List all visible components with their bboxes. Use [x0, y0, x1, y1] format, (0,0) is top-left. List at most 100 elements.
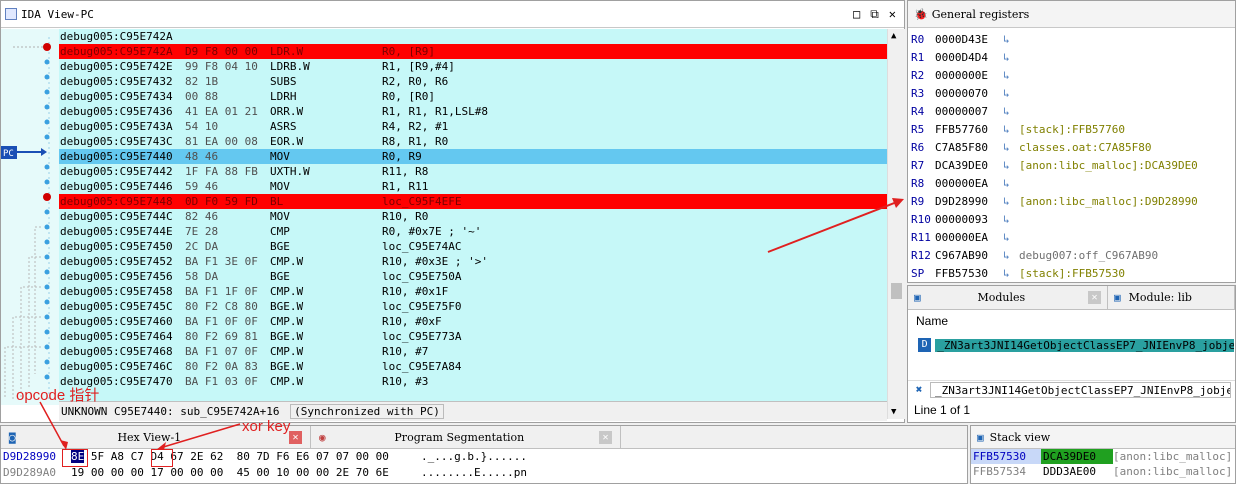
restore-icon[interactable]: ⧉ [870, 7, 879, 22]
register-value[interactable]: 0000D43E [935, 31, 1003, 49]
register-value[interactable]: 000000EA [935, 175, 1003, 193]
register-desc[interactable]: debug007:off_C967AB90 [1019, 247, 1158, 265]
register-row[interactable]: R9 D9D28990 ↳ [anon:libc_malloc]:D9D28990 [911, 193, 1235, 211]
close-icon[interactable]: ✕ [289, 430, 302, 444]
disasm-line[interactable]: debug005:C95E7446 59 46 MOV R1, R11 [59, 179, 887, 194]
jump-arrow-icon[interactable]: ↳ [1003, 49, 1019, 67]
disasm-line[interactable]: debug005:C95E7436 41 EA 01 21 ORR.W R1, R1,… [59, 104, 887, 119]
disasm-line[interactable]: debug005:C95E7442 1F FA 88 FB UXTH.W R11, R… [59, 164, 887, 179]
register-value[interactable]: C967AB90 [935, 247, 1003, 265]
tab-module-lib[interactable]: ▣ Module: lib [1108, 286, 1235, 309]
scroll-down-icon[interactable]: ▼ [891, 407, 896, 417]
disasm-line[interactable]: debug005:C95E744C 82 46 MOV R10, R0 [59, 209, 887, 224]
register-row[interactable]: R12 C967AB90 ↳ debug007:off_C967AB90 [911, 247, 1235, 265]
register-value[interactable]: 000000EA [935, 229, 1003, 247]
jump-arrow-icon[interactable]: ↳ [1003, 265, 1019, 283]
modules-column-name[interactable]: Name [916, 314, 948, 328]
hex-first-byte[interactable]: 19 [71, 466, 84, 479]
hex-row[interactable]: D9D28990 8E 5F A8 C7 D4 67 2E 62 80 7D F6… [1, 449, 967, 465]
register-row[interactable]: R11 000000EA ↳ [911, 229, 1235, 247]
register-row[interactable]: R10 00000093 ↳ [911, 211, 1235, 229]
stack-value[interactable]: DDD3AE00 [1041, 464, 1113, 479]
disasm-line[interactable]: debug005:C95E742A [59, 29, 887, 44]
jump-arrow-icon[interactable]: ↳ [1003, 85, 1019, 103]
register-value[interactable]: C7A85F80 [935, 139, 1003, 157]
disasm-line[interactable]: debug005:C95E743A 54 10 ASRS R4, R2, #1 [59, 119, 887, 134]
register-value[interactable]: 0000D4D4 [935, 49, 1003, 67]
scroll-up-icon[interactable]: ▲ [891, 31, 896, 41]
register-row[interactable]: R2 0000000E ↳ [911, 67, 1235, 85]
sync-status[interactable]: (Synchronized with PC) [290, 404, 444, 419]
register-value[interactable]: 00000070 [935, 85, 1003, 103]
register-value[interactable]: FFB57760 [935, 121, 1003, 139]
register-row[interactable]: SP FFB57530 ↳ [stack]:FFB57530 [911, 265, 1235, 283]
disasm-line[interactable]: debug005:C95E7460 BA F1 0F 0F CMP.W R10, #0… [59, 314, 887, 329]
jump-arrow-icon[interactable]: ↳ [1003, 229, 1019, 247]
jump-arrow-icon[interactable]: ↳ [1003, 247, 1019, 265]
register-value[interactable]: D9D28990 [935, 193, 1003, 211]
close-icon[interactable]: ✕ [599, 430, 612, 444]
jump-arrow-icon[interactable]: ↳ [1003, 31, 1019, 49]
tab-program-segmentation[interactable]: ◉ Program Segmentation ✕ [311, 426, 621, 448]
jump-arrow-icon[interactable]: ↳ [1003, 67, 1019, 85]
pc-line[interactable]: debug005:C95E7440 48 46 MOV R0, R9 [59, 149, 887, 164]
modules-search-input[interactable]: _ZN3art3JNI14GetObjectClassEP7_JNIEnvP8_… [930, 381, 1231, 398]
jump-arrow-icon[interactable]: ↳ [1003, 139, 1019, 157]
register-value[interactable]: 00000007 [935, 103, 1003, 121]
register-value[interactable]: 00000093 [935, 211, 1003, 229]
disassembly-listing[interactable]: debug005:C95E742A debug005:C95E742A D9 F8 … [59, 29, 887, 401]
maximize-icon[interactable]: □ [853, 7, 860, 22]
tab-modules[interactable]: ▣ Modules ✕ [908, 286, 1108, 309]
ida-scrollbar[interactable]: ▲ ▼ [887, 29, 905, 419]
register-desc[interactable]: [anon:libc_malloc]:D9D28990 [1019, 193, 1198, 211]
stack-rows[interactable]: FFB57530 DCA39DE0 [anon:libc_malloc] FFB575… [971, 449, 1235, 479]
stack-titlebar[interactable]: ▣ Stack view [971, 426, 1235, 449]
module-row[interactable]: D _ZN3art3JNI14GetObjectClassEP7_JNIEnvP… [918, 336, 1234, 354]
register-value[interactable]: DCA39DE0 [935, 157, 1003, 175]
disasm-line[interactable]: debug005:C95E7464 80 F2 69 81 BGE.W loc_C95… [59, 329, 887, 344]
register-value[interactable]: FFB57530 [935, 265, 1003, 283]
register-row[interactable]: R8 000000EA ↳ [911, 175, 1235, 193]
breakpoint-line[interactable]: debug005:C95E7448 0D F0 59 FD BL loc_C95F4E… [59, 194, 887, 209]
register-row[interactable]: R0 0000D43E ↳ [911, 31, 1235, 49]
jump-arrow-icon[interactable]: ↳ [1003, 211, 1019, 229]
jump-arrow-icon[interactable]: ↳ [1003, 157, 1019, 175]
disasm-line[interactable]: debug005:C95E746C 80 F2 0A 83 BGE.W loc_C95… [59, 359, 887, 374]
disasm-line[interactable]: debug005:C95E7470 BA F1 03 0F CMP.W R10, #3 [59, 374, 887, 389]
close-icon[interactable]: ✕ [1088, 291, 1101, 304]
jump-arrow-icon[interactable]: ↳ [1003, 193, 1019, 211]
register-row[interactable]: R4 00000007 ↳ [911, 103, 1235, 121]
register-row[interactable]: R1 0000D4D4 ↳ [911, 49, 1235, 67]
jump-arrow-icon[interactable]: ↳ [1003, 175, 1019, 193]
register-desc[interactable]: [stack]:FFB57760 [1019, 121, 1125, 139]
disasm-line[interactable]: debug005:C95E742E 99 F8 04 10 LDRB.W R1, [R… [59, 59, 887, 74]
scroll-thumb[interactable] [891, 283, 902, 299]
disasm-line[interactable]: debug005:C95E7456 58 DA BGE loc_C95E750A [59, 269, 887, 284]
disasm-line[interactable]: debug005:C95E744E 7E 28 CMP R0, #0x7E ; '~' [59, 224, 887, 239]
register-row[interactable]: R7 DCA39DE0 ↳ [anon:libc_malloc]:DCA39DE0 [911, 157, 1235, 175]
register-row[interactable]: R3 00000070 ↳ [911, 85, 1235, 103]
disasm-line[interactable]: debug005:C95E7434 00 88 LDRH R0, [R0] [59, 89, 887, 104]
registers-titlebar[interactable]: 🐞 General registers [908, 1, 1235, 28]
close-icon[interactable]: ✕ [889, 7, 896, 22]
stack-value[interactable]: DCA39DE0 [1041, 449, 1113, 464]
disasm-line[interactable]: debug005:C95E7450 2C DA BGE loc_C95E74AC [59, 239, 887, 254]
disasm-line[interactable]: debug005:C95E7452 BA F1 3E 0F CMP.W R10, #0… [59, 254, 887, 269]
disasm-line[interactable]: debug005:C95E745C 80 F2 C8 80 BGE.W loc_C95… [59, 299, 887, 314]
disasm-line[interactable]: debug005:C95E7432 82 1B SUBS R2, R0, R6 [59, 74, 887, 89]
register-row[interactable]: R5 FFB57760 ↳ [stack]:FFB57760 [911, 121, 1235, 139]
register-desc[interactable]: [stack]:FFB57530 [1019, 265, 1125, 283]
hex-rows[interactable]: D9D28990 8E 5F A8 C7 D4 67 2E 62 80 7D F6… [1, 449, 967, 481]
register-row[interactable]: R6 C7A85F80 ↳ classes.oat:C7A85F80 [911, 139, 1235, 157]
register-value[interactable]: 0000000E [935, 67, 1003, 85]
register-desc[interactable]: classes.oat:C7A85F80 [1019, 139, 1151, 157]
breakpoint-line[interactable]: debug005:C95E742A D9 F8 00 00 LDR.W R0, [R9… [59, 44, 887, 59]
disasm-line[interactable]: debug005:C95E7468 BA F1 07 0F CMP.W R10, #7 [59, 344, 887, 359]
ida-view-titlebar[interactable]: IDA View-PC [1, 1, 904, 28]
disasm-line[interactable]: debug005:C95E7458 BA F1 1F 0F CMP.W R10, #0… [59, 284, 887, 299]
hex-row[interactable]: D9D289A0 19 00 00 00 17 00 00 00 45 00 10… [1, 465, 967, 481]
stack-row[interactable]: FFB57534 DDD3AE00 [anon:libc_malloc] [971, 464, 1235, 479]
disasm-line[interactable]: debug005:C95E743C 81 EA 00 08 EOR.W R8, R1,… [59, 134, 887, 149]
stack-row[interactable]: FFB57530 DCA39DE0 [anon:libc_malloc] [971, 449, 1235, 464]
jump-arrow-icon[interactable]: ↳ [1003, 121, 1019, 139]
